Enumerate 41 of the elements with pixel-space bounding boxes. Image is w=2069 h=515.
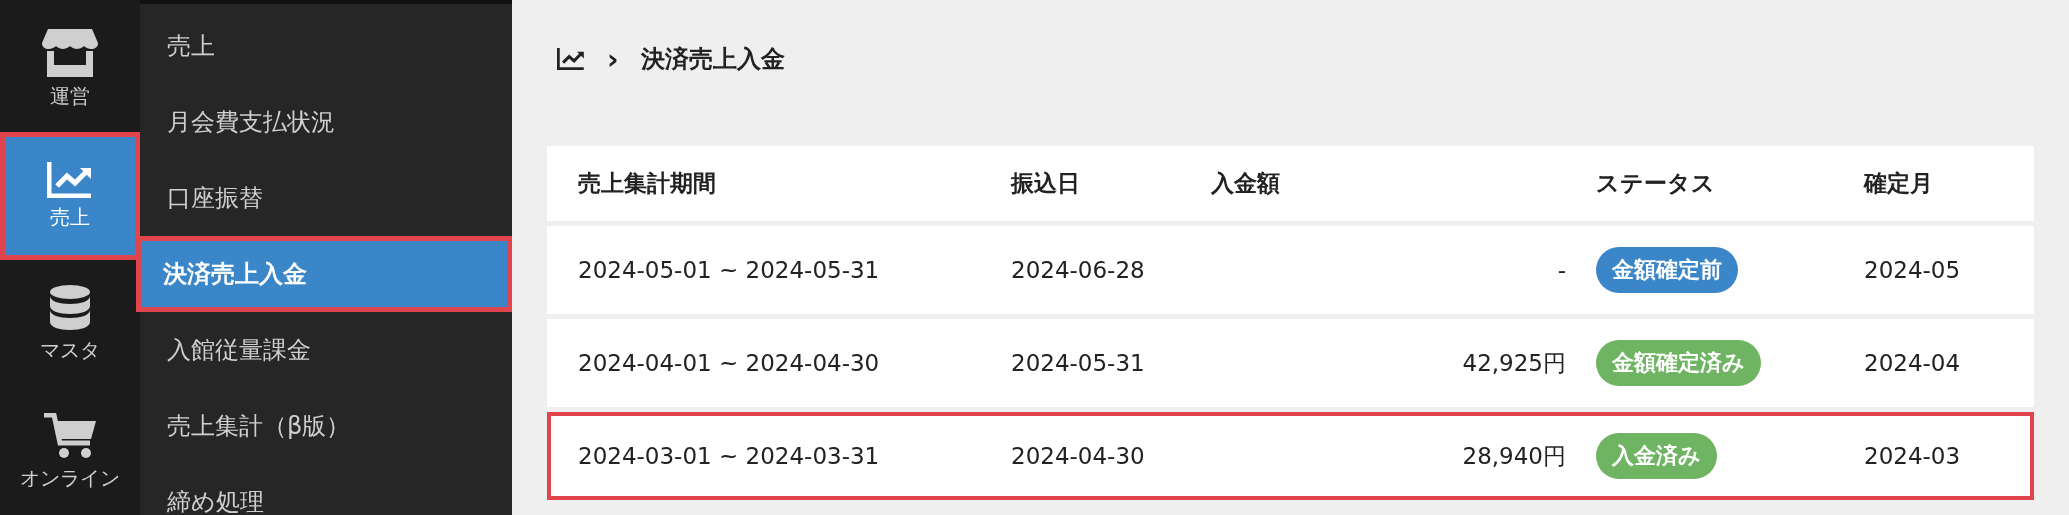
breadcrumb-separator: ›	[607, 42, 619, 76]
submenu-item[interactable]: 入館従量課金	[140, 312, 512, 388]
table-cell-text: 2024-03-01 ~ 2024-03-31	[578, 443, 881, 469]
nav-item[interactable]: オンライン	[0, 388, 140, 515]
column-header: 入金額	[1211, 169, 1281, 198]
table-cell-text: 2024-05	[1864, 257, 1962, 283]
column-header: ステータス	[1596, 169, 1716, 198]
column-header: 振込日	[1011, 169, 1081, 198]
database-icon	[49, 284, 91, 331]
column-header: 確定月	[1864, 169, 1934, 198]
table-cell-text: 2024-05-31	[1011, 350, 1146, 376]
nav-item[interactable]: 運営	[0, 4, 140, 132]
cart-icon	[44, 412, 96, 459]
submenu-item[interactable]: 売上集計（β版）	[140, 388, 512, 464]
table-cell-text: 2024-04-30	[1011, 443, 1146, 469]
table-cell-text: 2024-04	[1864, 350, 1962, 376]
submenu-item[interactable]: 月会費支払状況	[140, 84, 512, 160]
status-badge: 入金済み	[1596, 433, 1717, 479]
column-header: 売上集計期間	[578, 169, 717, 198]
chart-icon	[557, 48, 585, 70]
table-cell-text: 28,940円	[1461, 441, 1567, 471]
table-cell-text: 42,925円	[1461, 348, 1567, 378]
submenu-item[interactable]: 売上	[140, 8, 512, 84]
nav-label: オンライン	[20, 464, 120, 492]
breadcrumb-current: 決済売上入金	[640, 44, 785, 75]
nav-label: 運営	[50, 82, 90, 110]
table-cell-text: 2024-03	[1864, 443, 1962, 469]
store-icon	[42, 26, 98, 77]
table-cell-text: 2024-05-01 ~ 2024-05-31	[578, 257, 881, 283]
status-badge: 金額確定前	[1596, 247, 1738, 293]
submenu-item[interactable]: 決済売上入金	[136, 236, 512, 312]
submenu-item[interactable]: 締め処理	[140, 464, 512, 515]
status-badge: 金額確定済み	[1596, 340, 1761, 386]
nav-label: マスタ	[40, 336, 100, 364]
nav-label: 売上	[50, 203, 90, 231]
submenu-item[interactable]: 口座振替	[140, 160, 512, 236]
nav-item[interactable]: 売上	[0, 132, 140, 260]
table-cell-text: 2024-06-28	[1011, 257, 1146, 283]
chart-icon	[47, 161, 93, 198]
table-cell-text: 2024-04-01 ~ 2024-04-30	[578, 350, 881, 376]
table-cell-text: -	[1556, 257, 1567, 283]
